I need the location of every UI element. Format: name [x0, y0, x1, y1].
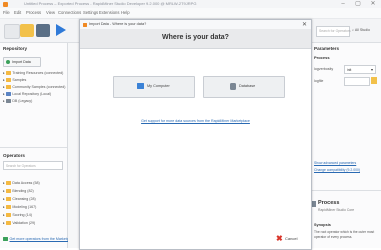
- minimize-button[interactable]: –: [336, 0, 350, 8]
- operator-group[interactable]: ▸ Modeling (167): [3, 205, 36, 209]
- parameters-section: Process: [314, 55, 330, 60]
- menu-view[interactable]: View: [46, 10, 55, 15]
- database-icon: [230, 83, 236, 90]
- right-panel: Parameters Process logverbosity init ▾ l…: [307, 43, 381, 248]
- new-process-icon[interactable]: [4, 24, 20, 39]
- repo-item[interactable]: ▸ Community Samples (connected): [3, 85, 65, 89]
- param-label: logverbosity: [314, 67, 334, 71]
- dialog-close-icon[interactable]: ✕: [302, 21, 307, 28]
- folder-icon: [5, 221, 11, 225]
- left-panel: Repository Import Data ▸ Training Resour…: [0, 43, 75, 248]
- help-subtitle: RapidMiner Studio Core: [318, 208, 355, 212]
- menu-connections[interactable]: Connections: [58, 10, 81, 15]
- toolbar-search-input[interactable]: Search for Operators: [316, 26, 351, 37]
- repo-item[interactable]: ▸ Training Resources (connected): [3, 71, 63, 75]
- dialog-heading: Where is your data?: [162, 34, 229, 41]
- menu-bar: File Edit Process View Connections Setti…: [0, 8, 381, 19]
- show-advanced-link[interactable]: Show advanced parameters: [314, 161, 356, 165]
- repository-icon: [5, 92, 11, 96]
- folder-icon: [5, 71, 11, 75]
- repo-item[interactable]: ▸ Samples: [3, 78, 26, 82]
- marketplace-sources-link[interactable]: Get support for more data sources from t…: [80, 119, 311, 123]
- operator-group[interactable]: ▸ Scoring (14): [3, 213, 32, 217]
- folder-icon: [5, 205, 11, 209]
- folder-icon: [5, 181, 11, 185]
- operator-search-input[interactable]: Search for Operators: [3, 161, 63, 170]
- param-select[interactable]: init ▾: [344, 65, 376, 74]
- dialog-app-icon: [83, 22, 87, 27]
- database-button[interactable]: Database: [203, 76, 285, 98]
- chevron-down-icon: ▾: [370, 66, 373, 72]
- dialog-header: Where is your data?: [80, 29, 311, 49]
- run-icon[interactable]: [56, 24, 66, 36]
- repo-item[interactable]: ▸ DB (Legacy): [3, 99, 32, 103]
- operator-group[interactable]: ▸ Validation (29): [3, 221, 35, 225]
- database-icon: [5, 99, 11, 103]
- menu-file[interactable]: File: [3, 10, 10, 15]
- menu-settings[interactable]: Settings: [83, 10, 98, 15]
- import-data-dialog: Import Data - Where is your data? ✕ Wher…: [79, 19, 312, 250]
- synopsis-text: The root operator which is the outer mos…: [314, 230, 375, 239]
- import-data-button[interactable]: Import Data: [3, 57, 41, 67]
- app-logo-icon: [3, 1, 8, 7]
- folder-icon: [5, 213, 11, 217]
- maximize-button[interactable]: ▢: [351, 0, 365, 8]
- operator-group[interactable]: ▸ Blending (82): [3, 189, 34, 193]
- param-label: logfile: [314, 79, 324, 83]
- close-window-button[interactable]: ✕: [366, 0, 380, 8]
- operator-group[interactable]: ▸ Data Access (58): [3, 181, 40, 185]
- operators-title: Operators: [3, 153, 25, 158]
- cancel-icon: ✖: [276, 234, 283, 243]
- open-icon[interactable]: [20, 24, 34, 37]
- my-computer-button[interactable]: My Computer: [113, 76, 195, 98]
- marketplace-icon: [3, 237, 8, 241]
- view-selector[interactable]: ⌕ All Studio: [352, 26, 378, 35]
- repo-item[interactable]: ▸ Local Repository (Local): [3, 92, 51, 96]
- synopsis-title: Synopsis: [314, 223, 331, 227]
- help-title: Process: [318, 200, 340, 206]
- repository-title: Repository: [3, 46, 27, 51]
- menu-extensions[interactable]: Extensions: [99, 10, 119, 15]
- menu-process[interactable]: Process: [26, 10, 41, 15]
- folder-icon: [5, 197, 11, 201]
- search-icon: ⌕: [352, 28, 355, 32]
- panel-divider: [0, 147, 67, 148]
- parameters-title: Parameters: [314, 46, 340, 51]
- folder-open-icon[interactable]: [371, 77, 377, 84]
- dialog-title: Import Data - Where is your data?: [89, 22, 147, 26]
- panel-divider: [308, 190, 381, 191]
- folder-icon: [5, 85, 11, 89]
- folder-icon: [5, 189, 11, 193]
- marketplace-link[interactable]: Get more operators from the Marketplace: [3, 237, 75, 241]
- cancel-button[interactable]: ✖ Cancel: [275, 233, 308, 245]
- app-title: Untitled Process – Exported Process - Ra…: [24, 1, 197, 6]
- param-file-input[interactable]: [344, 77, 370, 86]
- menu-edit[interactable]: Edit: [14, 10, 21, 15]
- menu-help[interactable]: Help: [121, 10, 130, 15]
- folder-icon: [5, 78, 11, 82]
- compatibility-link[interactable]: Change compatibility (9.2.000): [314, 168, 360, 172]
- save-icon[interactable]: [36, 24, 50, 37]
- import-icon: [6, 59, 10, 64]
- operator-group[interactable]: ▸ Cleansing (28): [3, 197, 36, 201]
- computer-icon: [137, 83, 144, 89]
- app-titlebar: Untitled Process – Exported Process - Ra…: [0, 0, 381, 8]
